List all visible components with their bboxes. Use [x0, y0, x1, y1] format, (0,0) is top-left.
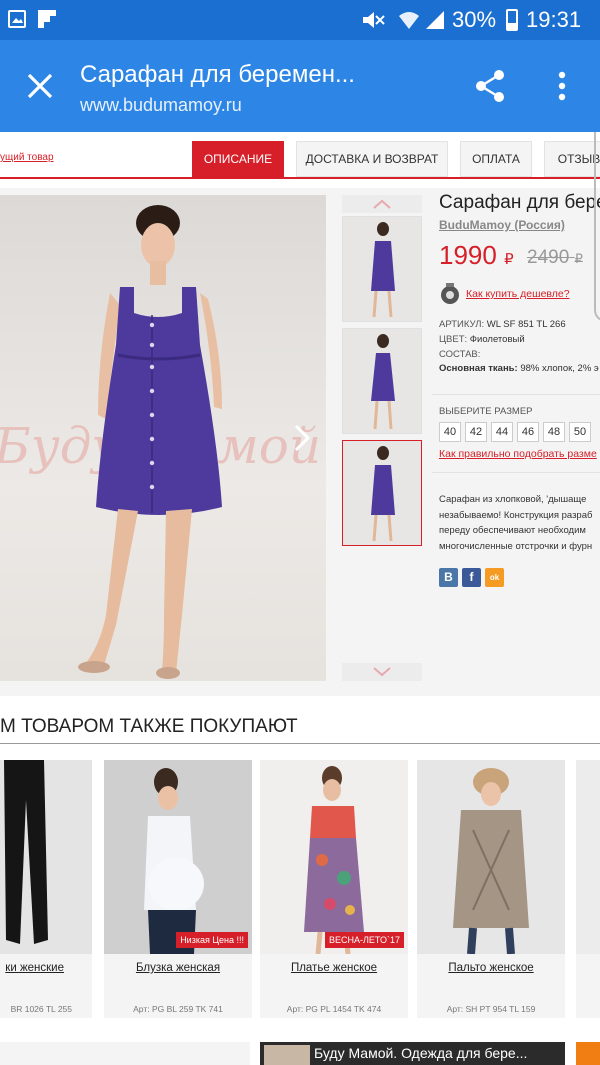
product-badge: ВЕСНА-ЛЕТО`17 — [324, 932, 404, 948]
close-icon[interactable] — [22, 68, 58, 104]
product-card[interactable]: ки женские BR 1026 TL 255 — [0, 760, 92, 1018]
size-option-40[interactable]: 40 — [439, 422, 461, 442]
price-value: 1990 — [439, 240, 497, 270]
share-icon[interactable] — [472, 68, 508, 104]
size-option-50[interactable]: 50 — [569, 422, 591, 442]
product-image — [417, 760, 565, 954]
spec-article: АРТИКУЛ: WL SF 851 TL 266 — [439, 319, 566, 330]
spec-label: Основная ткань: — [439, 363, 518, 374]
old-price: 2490 ₽ — [527, 247, 583, 269]
product-article: Арт: SH PT 954 TL 159 — [446, 1004, 536, 1014]
product-image: Низкая Цена !!! — [104, 760, 252, 954]
clock: 19:31 — [526, 7, 582, 32]
old-price-value: 2490 — [527, 247, 570, 268]
product-image — [0, 760, 92, 954]
flipboard-notification-icon — [38, 10, 56, 28]
size-guide-divider — [432, 472, 600, 473]
product-article: BR 1026 TL 255 — [10, 1004, 72, 1014]
tab-description[interactable]: ОПИСАНИЕ — [192, 141, 284, 177]
size-option-42[interactable]: 42 — [465, 422, 487, 442]
size-guide-link[interactable]: Как правильно подобрать разме — [439, 448, 597, 460]
old-currency-symbol: ₽ — [574, 251, 583, 266]
product-article: Арт: PG PL 1454 TK 474 — [286, 1004, 382, 1014]
product-name[interactable]: Пальто женское — [417, 962, 565, 974]
product-name[interactable]: ки женские — [0, 962, 92, 974]
size-option-44[interactable]: 44 — [491, 422, 513, 442]
size-option-48[interactable]: 48 — [543, 422, 565, 442]
banner-thumbnail — [264, 1045, 310, 1065]
currency-symbol: ₽ — [504, 251, 514, 268]
bottom-banner[interactable]: Буду Мамой. Одежда для бере... — [260, 1042, 565, 1065]
thumbnail-3-selected[interactable] — [342, 440, 422, 546]
battery-percent: 30% — [452, 7, 497, 32]
description-line: Сарафан из хлопковой, 'дышаще — [439, 494, 587, 505]
more-menu-icon[interactable] — [550, 68, 574, 104]
recommendations-heading: М ТОВАРОМ ТАКЖЕ ПОКУПАЮТ — [0, 716, 298, 737]
size-option-46[interactable]: 46 — [517, 422, 539, 442]
piggy-bank-icon — [439, 282, 461, 304]
product-badge: Низкая Цена !!! — [176, 932, 248, 948]
brand-link[interactable]: BuduMamoy (Россия) — [439, 218, 565, 232]
photo-notification-icon — [8, 10, 26, 28]
spec-color: ЦВЕТ: Фиолетовый — [439, 334, 525, 345]
size-label: ВЫБЕРИТЕ РАЗМЕР — [439, 406, 533, 417]
thumbs-down-arrow[interactable] — [342, 663, 422, 681]
product-name[interactable]: Платье женское — [260, 962, 408, 974]
spec-composition: СОСТАВ: — [439, 349, 480, 360]
spec-value: 98% хлопок, 2% э — [520, 363, 599, 374]
product-article: Арт: PG BL 259 TK 741 — [133, 1004, 223, 1014]
next-image-icon[interactable] — [290, 423, 314, 453]
product-card[interactable]: Низкая Цена !!! Блузка женская Арт: PG B… — [104, 760, 252, 1018]
model-figure — [78, 205, 222, 679]
main-product-image[interactable]: Буду Мамой — [0, 195, 326, 681]
odnoklassniki-share-icon[interactable]: ok — [485, 568, 504, 587]
price: 1990 ₽ — [439, 240, 514, 271]
banner-text: Буду Мамой. Одежда для бере... — [314, 1045, 528, 1061]
thumbnail-2[interactable] — [342, 328, 422, 434]
tab-delivery[interactable]: ДОСТАВКА И ВОЗВРАТ — [296, 141, 448, 177]
description-line: многочисленные отстрочки и фурн — [439, 540, 593, 552]
spec-label: СОСТАВ: — [439, 349, 481, 360]
description-line: незабываемо! Конструкция разраб — [439, 509, 593, 521]
product-card[interactable]: Пальто женское Арт: SH PT 954 TL 159 — [417, 760, 565, 1018]
facebook-share-icon[interactable]: f — [462, 568, 481, 587]
signal-icon — [424, 10, 446, 30]
description-text: Сарафан из хлопковой, 'дышаще незабываем… — [439, 492, 592, 554]
bottom-banner-left — [0, 1042, 250, 1065]
recommendations-divider — [0, 743, 600, 744]
vk-share-icon[interactable]: В — [439, 568, 458, 587]
tabs-divider — [0, 177, 600, 179]
tab-reviews[interactable]: ОТЗЫВ — [544, 141, 600, 177]
spec-fabric: Основная ткань: 98% хлопок, 2% э — [439, 363, 599, 374]
page-title: Сарафан для беремен... — [80, 61, 355, 88]
thumbnail-1[interactable] — [342, 216, 422, 322]
battery-icon — [506, 9, 518, 31]
spec-label: АРТИКУЛ: — [439, 319, 485, 330]
status-bar: 30% 19:31 — [0, 0, 600, 40]
product-name[interactable]: Блузка женская — [104, 962, 252, 974]
mute-icon — [360, 10, 386, 30]
spec-value: Фиолетовый — [469, 334, 525, 345]
product-image: ВЕСНА-ЛЕТО`17 — [260, 760, 408, 954]
size-section-divider — [432, 394, 600, 395]
product-card-partial[interactable] — [576, 760, 600, 1018]
thumbs-up-arrow[interactable] — [342, 195, 422, 213]
product-title: Сарафан для бере — [439, 192, 600, 213]
overscroll-edge — [594, 132, 600, 322]
tab-payment[interactable]: ОПЛАТА — [460, 141, 532, 177]
spec-value: WL SF 851 TL 266 — [486, 319, 566, 330]
spec-label: ЦВЕТ: — [439, 334, 468, 345]
page-url: www.budumamoy.ru — [80, 95, 242, 115]
previous-product-link[interactable]: ущий товар — [0, 152, 54, 163]
description-line: переду обеспечивают необходим — [439, 525, 586, 536]
ok-widget-icon[interactable] — [576, 1042, 600, 1065]
product-card[interactable]: ВЕСНА-ЛЕТО`17 Платье женское Арт: PG PL … — [260, 760, 408, 1018]
product-image — [576, 760, 600, 954]
cheaper-link[interactable]: Как купить дешевле? — [466, 288, 570, 300]
wifi-icon — [398, 9, 420, 31]
custom-tab-toolbar: Сарафан для беремен... www.budumamoy.ru — [0, 40, 600, 132]
web-page: ущий товар ОПИСАНИЕ ДОСТАВКА И ВОЗВРАТ О… — [0, 132, 600, 1065]
